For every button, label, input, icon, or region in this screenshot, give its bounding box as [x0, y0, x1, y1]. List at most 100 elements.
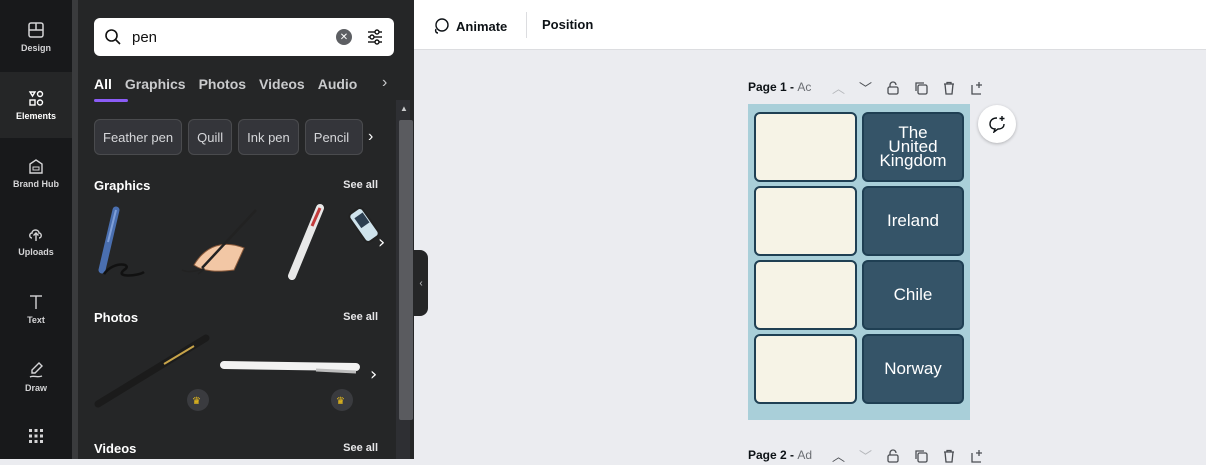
search-input[interactable]: pen	[132, 29, 336, 46]
lock-icon[interactable]	[886, 448, 900, 463]
premium-crown-icon: ♛	[336, 396, 345, 407]
photo-black-pen[interactable]: ♛	[94, 334, 210, 411]
page-2-label[interactable]: Page 2 - Ad	[748, 448, 812, 462]
rail-label-design: Design	[20, 43, 51, 53]
chips-scroll-right-icon[interactable]: ›	[368, 119, 390, 155]
rail-item-brand-hub[interactable]: Brand Hub	[0, 140, 72, 206]
rail-item-uploads[interactable]: Uploads	[0, 208, 72, 274]
photos-section-title: Photos	[94, 310, 139, 325]
rail-item-text[interactable]: Text	[0, 276, 72, 342]
graphic-hand-writing[interactable]	[181, 209, 257, 275]
photo-white-pen[interactable]: ♛	[220, 361, 360, 411]
country-card[interactable]: Ireland	[862, 186, 964, 256]
rail-item-apps[interactable]	[0, 420, 72, 456]
videos-section-title: Videos	[94, 441, 137, 456]
move-page-up-icon[interactable]: ︿	[832, 446, 845, 465]
apps-grid-icon	[29, 429, 43, 443]
trash-icon[interactable]	[942, 449, 956, 463]
search-box[interactable]: pen ✕	[94, 18, 394, 56]
blank-card[interactable]	[754, 186, 857, 256]
add-page-icon[interactable]	[970, 449, 984, 463]
page-1-number: Page 1 -	[748, 80, 795, 94]
page-1-label[interactable]: Page 1 - Ac	[748, 80, 811, 94]
rail-item-design[interactable]: Design	[0, 4, 72, 70]
graphic-pen-signature[interactable]	[98, 206, 145, 277]
filter-sliders-icon[interactable]	[366, 28, 384, 46]
clear-search-icon[interactable]: ✕	[336, 29, 352, 45]
brand-icon	[29, 159, 43, 174]
graphics-see-all[interactable]: See all	[343, 179, 378, 191]
position-button[interactable]: Position	[542, 17, 593, 32]
chip-pencil[interactable]: Pencil	[304, 119, 363, 155]
tab-audio[interactable]: Audio	[318, 76, 358, 92]
collapse-panel-handle[interactable]: ‹	[414, 250, 428, 316]
move-page-down-icon[interactable]: ﹀	[859, 78, 872, 97]
premium-crown-icon: ♛	[192, 396, 201, 407]
active-tab-indicator	[94, 99, 128, 102]
blank-card[interactable]	[754, 260, 857, 330]
scroll-up-arrow-icon[interactable]: ▲	[400, 104, 408, 113]
page-2-number: Page 2 -	[748, 448, 795, 462]
country-name: Ireland	[887, 211, 939, 230]
page-2-title-input[interactable]: Ad	[797, 448, 812, 462]
photos-scroll-right-icon[interactable]: ›	[370, 364, 377, 385]
toolbar-divider	[526, 12, 527, 38]
duplicate-page-icon[interactable]	[914, 449, 928, 463]
photos-see-all[interactable]: See all	[343, 311, 378, 323]
duplicate-page-icon[interactable]	[914, 81, 928, 95]
left-rail: Design Elements Brand Hub Uploads Text D…	[0, 0, 72, 459]
panel-scrollbar-thumb[interactable]	[399, 120, 413, 420]
country-card[interactable]: The United Kingdom	[862, 112, 964, 182]
elements-panel: pen ✕ All Graphics Photos Videos Audio ›…	[78, 0, 414, 459]
animate-button[interactable]: Animate	[432, 17, 507, 35]
rail-label-brand-hub: Brand Hub	[13, 179, 59, 189]
graphic-marker[interactable]	[348, 206, 381, 243]
tab-all[interactable]: All	[94, 76, 112, 92]
text-icon	[30, 295, 42, 309]
lock-icon[interactable]	[886, 80, 900, 95]
top-toolbar: Animate Position	[414, 0, 1206, 50]
country-card[interactable]: Norway	[862, 334, 964, 404]
move-page-down-icon[interactable]: ﹀	[859, 446, 872, 465]
tab-videos[interactable]: Videos	[259, 76, 305, 92]
page-1-actions: ︿ ﹀	[832, 78, 984, 97]
chip-quill[interactable]: Quill	[188, 119, 233, 155]
rail-label-draw: Draw	[24, 383, 47, 393]
suggestion-chips: Feather pen Quill Ink pen Pencil	[94, 119, 363, 155]
country-name: Norway	[884, 359, 942, 378]
tab-graphics[interactable]: Graphics	[125, 76, 186, 92]
chip-feather-pen[interactable]: Feather pen	[94, 119, 183, 155]
blank-card[interactable]	[754, 334, 857, 404]
blank-card[interactable]	[754, 112, 857, 182]
page-2-actions: ︿ ﹀	[832, 446, 984, 465]
videos-see-all[interactable]: See all	[343, 442, 378, 454]
add-page-icon[interactable]	[970, 81, 984, 95]
rail-label-uploads: Uploads	[18, 247, 54, 257]
graphics-section-title: Graphics	[94, 178, 151, 193]
trash-icon[interactable]	[942, 81, 956, 95]
move-page-up-icon[interactable]: ︿	[832, 78, 845, 97]
graphic-white-pen[interactable]	[288, 204, 324, 280]
rail-item-draw[interactable]: Draw	[0, 344, 72, 410]
country-card[interactable]: Chile	[862, 260, 964, 330]
tabs-scroll-right-icon[interactable]: ›	[382, 74, 387, 92]
tab-photos[interactable]: Photos	[199, 76, 246, 92]
graphics-results: ›	[98, 204, 385, 280]
rail-label-elements: Elements	[15, 111, 57, 121]
layout-icon	[28, 22, 44, 38]
page-1-canvas[interactable]: The United Kingdom Ireland Chile Norway	[748, 104, 970, 420]
animate-label: Animate	[456, 18, 508, 34]
page-1-title-input[interactable]: Ac	[797, 80, 811, 94]
rail-item-elements[interactable]: Elements	[0, 72, 72, 138]
magic-assistant-button[interactable]	[978, 105, 1016, 143]
category-tabs: All Graphics Photos Videos Audio	[94, 76, 399, 92]
upload-cloud-icon	[29, 229, 42, 241]
country-name: Chile	[893, 285, 933, 304]
draw-icon	[29, 362, 43, 378]
chip-ink-pen[interactable]: Ink pen	[238, 119, 299, 155]
photos-results: ♛ ♛ ›	[94, 334, 377, 411]
rail-label-text: Text	[27, 315, 45, 325]
shapes-icon	[28, 90, 44, 106]
country-name: The United Kingdom	[879, 123, 947, 170]
graphics-scroll-right-icon[interactable]: ›	[378, 232, 385, 253]
